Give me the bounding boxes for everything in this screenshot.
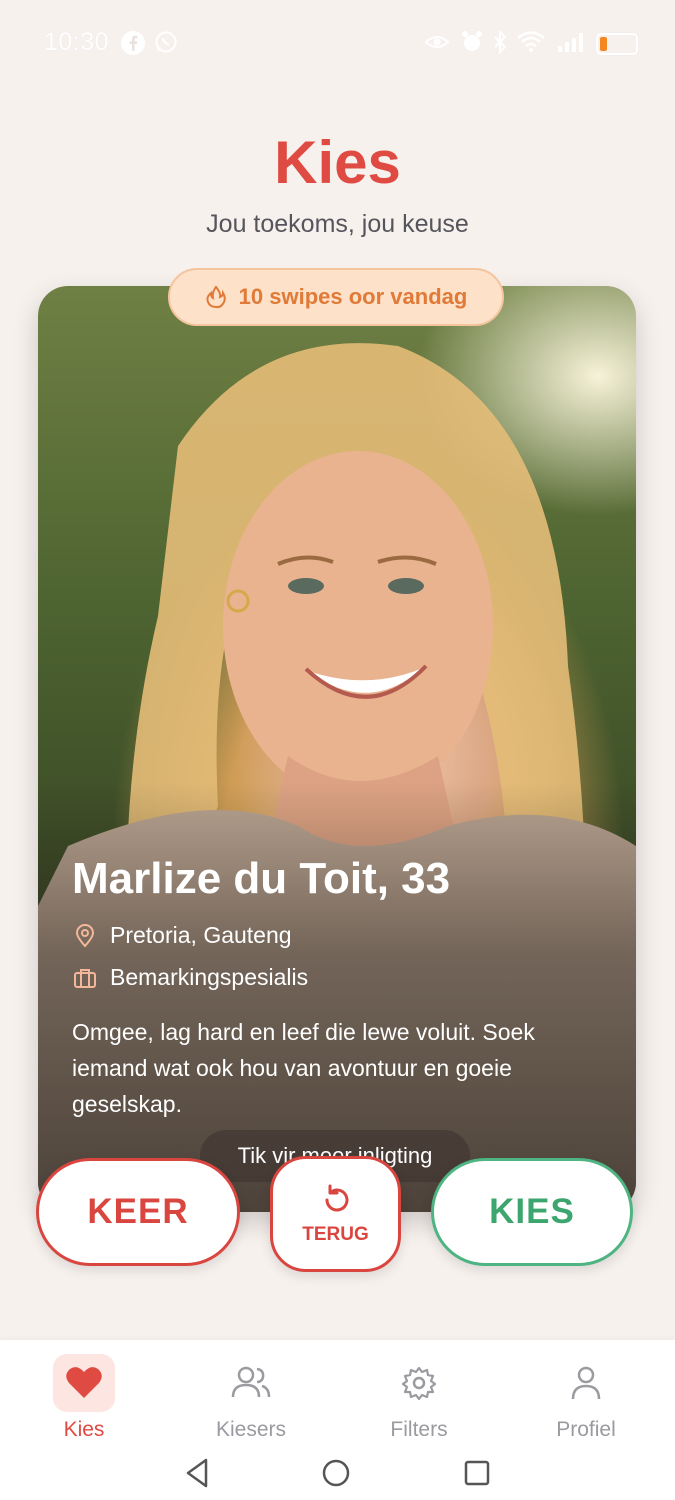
nav-label-kiesers: Kiesers: [215, 1418, 287, 1441]
wifi-icon: [516, 30, 546, 59]
facebook-icon: [120, 30, 146, 61]
gear-icon: [388, 1354, 450, 1412]
terug-button[interactable]: TERUG: [270, 1156, 401, 1272]
status-time: 10:30: [44, 28, 110, 56]
users-icon: [220, 1354, 282, 1412]
profile-location: Pretoria, Gauteng: [72, 922, 292, 949]
home-nav-icon[interactable]: [320, 1456, 352, 1490]
keer-button[interactable]: KEER: [36, 1158, 240, 1266]
nav-label-kies: Kies: [63, 1418, 105, 1441]
briefcase-icon: [74, 968, 96, 988]
undo-icon: [325, 1184, 348, 1212]
heart-icon: [53, 1354, 115, 1412]
nav-item-kiesers[interactable]: Kiesers: [181, 1354, 321, 1442]
status-bar: 10:30: [0, 0, 675, 86]
location-pin-icon: [75, 923, 95, 948]
page-subtitle: Jou toekoms, jou keuse: [206, 210, 469, 238]
whatsapp-icon: [154, 30, 178, 59]
nav-item-profiel[interactable]: Profiel: [516, 1354, 656, 1442]
profile-bio: Omgee, lag hard en leef die lewe voluit.…: [72, 1019, 535, 1117]
eye-icon: [424, 30, 450, 59]
alarm-icon: [460, 30, 484, 59]
recents-nav-icon[interactable]: [462, 1456, 492, 1490]
back-nav-icon[interactable]: [182, 1456, 212, 1490]
terug-label: TERUG: [302, 1224, 369, 1245]
profile-occupation: Bemarkingspesialis: [72, 964, 308, 991]
signal-icon: [556, 30, 586, 59]
nav-item-kies[interactable]: Kies: [14, 1354, 154, 1442]
profile-name: Marlize du Toit, 33: [72, 854, 451, 903]
occupation-text: Bemarkingspesialis: [110, 964, 309, 990]
bluetooth-icon: [492, 29, 508, 59]
kies-button[interactable]: KIES: [431, 1158, 633, 1266]
battery-icon: [596, 33, 638, 55]
flame-icon: [206, 285, 226, 309]
page-title: Kies: [274, 129, 401, 196]
location-text: Pretoria, Gauteng: [110, 922, 292, 948]
nav-item-filters[interactable]: Filters: [349, 1354, 489, 1442]
swipes-remaining-badge: 10 swipes oor vandag: [168, 268, 504, 326]
swipes-text: 10 swipes oor vandag: [238, 284, 468, 309]
profile-card[interactable]: Marlize du Toit, 33 Pretoria, Gauteng Be…: [38, 286, 636, 1212]
nav-label-profiel: Profiel: [556, 1418, 616, 1441]
nav-label-filters: Filters: [390, 1418, 448, 1441]
person-icon: [555, 1354, 617, 1412]
